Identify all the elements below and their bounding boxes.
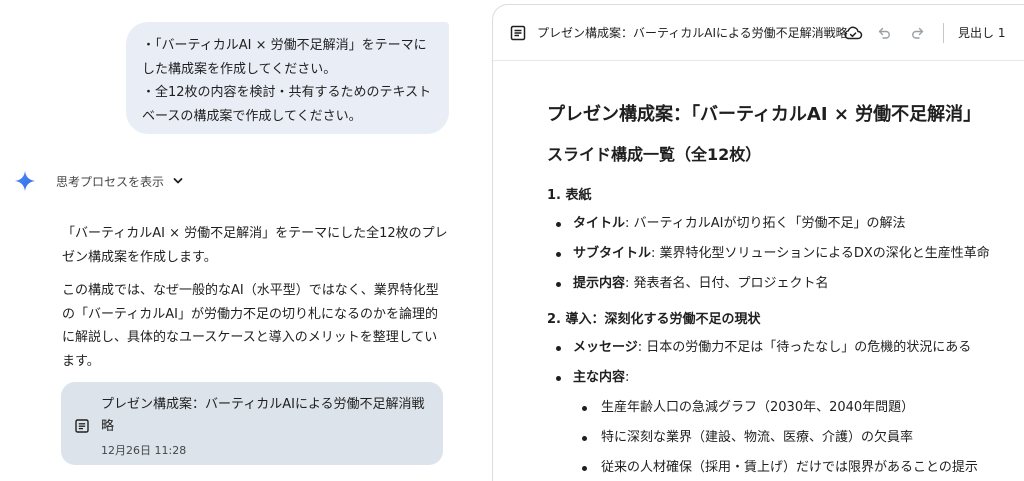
item-label: サブタイトル bbox=[573, 246, 652, 261]
list-item: 提示内容: 発表者名、日付、プロジェクト名 bbox=[547, 273, 1017, 295]
document-icon bbox=[510, 25, 526, 40]
bullet-list: メッセージ: 日本の労働力不足は「待ったなし」の危機的状況にある 主な内容: 生… bbox=[547, 337, 1017, 479]
document-subheading: スライド構成一覧（全12枚） bbox=[547, 145, 762, 164]
slide-section: 2. 導入：深刻化する労働不足の現状 メッセージ: 日本の労働力不足は「待ったな… bbox=[547, 309, 1017, 479]
chevron-down-icon bbox=[173, 178, 183, 184]
document-card[interactable]: プレゼン構成案：バーティカルAIによる労働不足解消戦略 12月26日 11:28 bbox=[61, 382, 443, 465]
list-item: 主な内容: bbox=[547, 367, 1017, 389]
cloud-save-button[interactable] bbox=[837, 17, 869, 49]
toolbar-divider bbox=[943, 22, 944, 43]
sub-list-item: 従来の人材確保（採用・賃上げ）だけでは限界があることの提示 bbox=[547, 457, 1017, 479]
section-heading: 1. 表紙 bbox=[547, 188, 592, 203]
document-body: プレゼン構成案：「バーティカルAI × 労働不足解消」 スライド構成一覧（全12… bbox=[547, 101, 1017, 481]
item-label: 主な内容 bbox=[573, 370, 626, 385]
list-item: サブタイトル: 業界特化型ソリューションによるDXの深化と生産性革命 bbox=[547, 243, 1017, 265]
section-heading: 2. 導入：深刻化する労働不足の現状 bbox=[547, 312, 761, 327]
document-icon bbox=[75, 419, 89, 433]
canvas-toolbar: プレゼン構成案：バーティカルAIによる労働不足解消戦略 見出し 1 bbox=[493, 5, 1024, 61]
sub-list-item: 生産年齢人口の急減グラフ（2030年、2040年問題） bbox=[547, 397, 1017, 419]
assistant-answer: 「バーティカルAI × 労働不足解消」をテーマにした全12枚のプレゼン構成案を作… bbox=[62, 222, 448, 383]
bullet-list: タイトル: バーティカルAIが切り拓く「労働不足」の解法 サブタイトル: 業界特… bbox=[547, 213, 1017, 295]
list-item: タイトル: バーティカルAIが切り拓く「労働不足」の解法 bbox=[547, 213, 1017, 235]
redo-button[interactable] bbox=[901, 17, 933, 49]
document-card-title: プレゼン構成案：バーティカルAIによる労働不足解消戦略 bbox=[101, 397, 425, 434]
canvas-title: プレゼン構成案：バーティカルAIによる労働不足解消戦略 bbox=[537, 26, 848, 40]
item-text: : 日本の労働力不足は「待ったなし」の危機的状況にある bbox=[637, 340, 972, 355]
cloud-check-icon bbox=[844, 26, 863, 39]
user-message-line: ・全12枚の内容を検討・共有するためのテキストベースの構成案で作成してください。 bbox=[142, 85, 432, 124]
show-thinking-label: 思考プロセスを表示 bbox=[56, 174, 165, 189]
user-message-bubble: ・「バーティカルAI × 労働不足解消」をテーマにした構成案を作成してください。… bbox=[126, 22, 449, 134]
redo-icon bbox=[912, 27, 924, 39]
list-item: メッセージ: 日本の労働力不足は「待ったなし」の危機的状況にある bbox=[547, 337, 1017, 359]
answer-paragraph: 「バーティカルAI × 労働不足解消」をテーマにした全12枚のプレゼン構成案を作… bbox=[62, 226, 448, 265]
slide-section: 1. 表紙 タイトル: バーティカルAIが切り拓く「労働不足」の解法 サブタイト… bbox=[547, 185, 1017, 295]
document-title: プレゼン構成案：「バーティカルAI × 労働不足解消」 bbox=[547, 104, 982, 125]
app-root: ・「バーティカルAI × 労働不足解消」をテーマにした構成案を作成してください。… bbox=[0, 0, 1024, 481]
item-label: 提示内容 bbox=[573, 276, 626, 291]
document-card-date: 12月26日 11:28 bbox=[101, 444, 187, 457]
heading-style-select[interactable]: 見出し 1 bbox=[958, 24, 1005, 41]
item-text: : 業界特化型ソリューションによるDXの深化と生産性革命 bbox=[651, 246, 990, 261]
chat-pane: ・「バーティカルAI × 労働不足解消」をテーマにした構成案を作成してください。… bbox=[0, 0, 478, 481]
canvas-pane: プレゼン構成案：バーティカルAIによる労働不足解消戦略 見出し 1 プレゼン構成… bbox=[492, 4, 1024, 481]
item-label: タイトル bbox=[573, 216, 626, 231]
item-text: : 発表者名、日付、プロジェクト名 bbox=[625, 276, 829, 291]
item-label: メッセージ bbox=[573, 340, 638, 355]
item-text: : bbox=[625, 370, 630, 385]
sub-list-item: 特に深刻な業界（建設、物流、医療、介護）の欠員率 bbox=[547, 427, 1017, 449]
gemini-spark-icon bbox=[14, 170, 36, 192]
item-text: : バーティカルAIが切り拓く「労働不足」の解法 bbox=[625, 216, 906, 231]
undo-button[interactable] bbox=[869, 17, 901, 49]
answer-paragraph: この構成では、なぜ一般的なAI（水平型）ではなく、業界特化型の「バーティカルAI… bbox=[62, 283, 439, 369]
show-thinking-toggle[interactable]: 思考プロセスを表示 bbox=[14, 168, 184, 194]
user-message-line: ・「バーティカルAI × 労働不足解消」をテーマにした構成案を作成してください。 bbox=[142, 38, 427, 77]
undo-icon bbox=[878, 27, 890, 39]
